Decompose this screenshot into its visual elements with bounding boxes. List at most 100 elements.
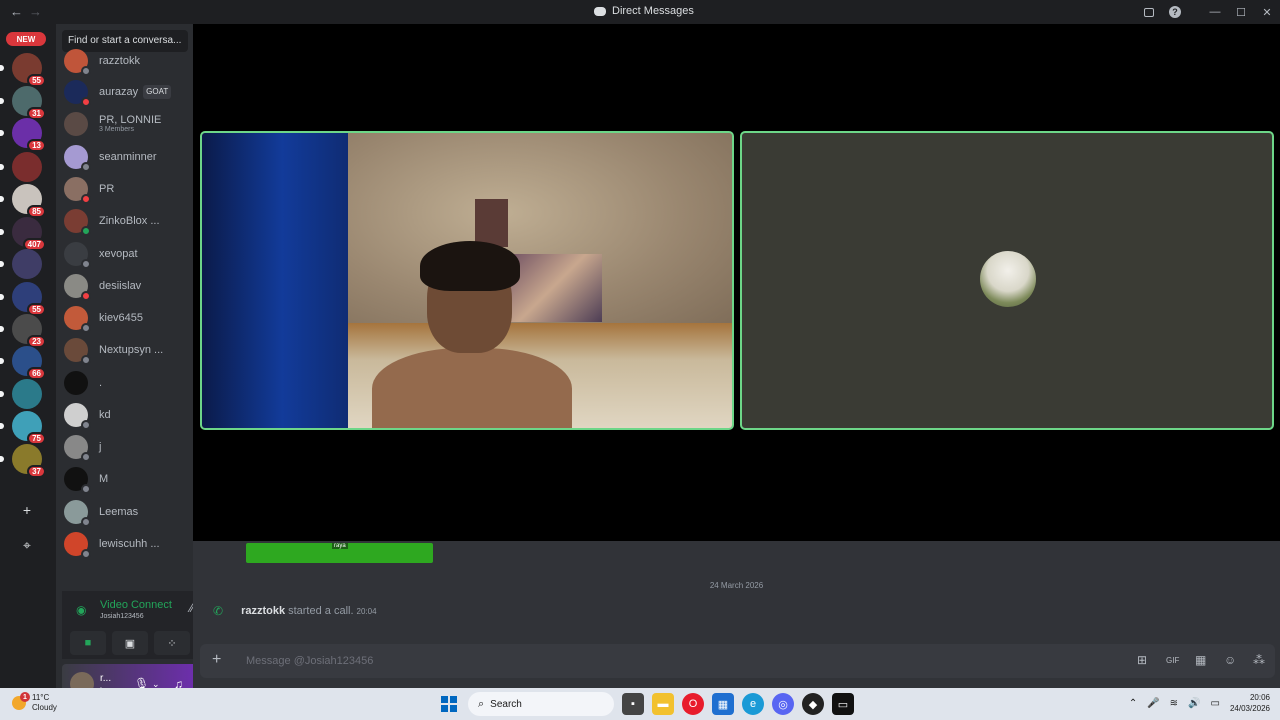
dm-list-item[interactable]: razztokk [62, 46, 188, 76]
dm-name: aurazay GOAT [99, 85, 172, 99]
unread-indicator [0, 456, 4, 462]
server-icon[interactable]: 55 [12, 53, 46, 87]
server-icon[interactable]: 37 [12, 444, 46, 478]
chevron-up-icon[interactable]: ⌃ [1129, 698, 1137, 709]
screen-share-button[interactable]: ▣ [112, 631, 148, 655]
roblox-icon[interactable]: ◆ [802, 693, 824, 715]
discord-icon[interactable]: ◎ [772, 693, 794, 715]
camera-button[interactable]: ■ [70, 631, 106, 655]
avatar [64, 371, 88, 395]
add-attachment-icon[interactable]: + [212, 651, 221, 669]
microphone-icon[interactable]: 🎤 [1147, 698, 1159, 709]
dm-list-item[interactable]: M [62, 464, 188, 494]
gif-label: raya [332, 543, 348, 549]
dm-list-item[interactable]: desiislav [62, 271, 188, 301]
file-explorer-icon[interactable]: ▬ [652, 693, 674, 715]
activities-button[interactable]: ⁘ [154, 631, 190, 655]
voice-channel-name[interactable]: Josiah123456 [100, 613, 144, 620]
minimize-button[interactable]: — [1202, 0, 1228, 24]
unread-indicator [0, 391, 4, 397]
windows-taskbar: 1 11°C Cloudy ⌕ Search ▪ ▬ O ▦ e ◎ ◆ ▭ ⌃… [0, 688, 1280, 720]
unread-indicator [0, 326, 4, 332]
dm-list-item[interactable]: lewiscuhh ... [62, 529, 188, 559]
clock[interactable]: 20:06 24/03/2026 [1230, 692, 1270, 714]
start-button[interactable] [438, 693, 460, 715]
volume-icon[interactable]: 🔊 [1188, 698, 1200, 709]
dm-name: desiislav [99, 280, 141, 292]
dm-list-item[interactable]: Leemas [62, 497, 188, 527]
avatar [64, 80, 91, 107]
dm-list-item[interactable]: ZinkoBlox ... [62, 206, 188, 236]
mention-badge: 85 [27, 205, 46, 218]
dm-list-item[interactable]: . [62, 368, 188, 398]
dm-name: kiev6455 [99, 312, 143, 324]
server-icon[interactable]: 75 [12, 411, 46, 445]
server-icon[interactable] [12, 152, 42, 182]
back-button[interactable]: ← [10, 4, 23, 19]
close-button[interactable]: ✕ [1254, 0, 1280, 24]
terminal-icon[interactable]: ▭ [832, 693, 854, 715]
gif-attachment[interactable]: raya [246, 543, 433, 563]
server-icon[interactable]: 55 [12, 282, 46, 316]
emoji-icon[interactable]: ☺ [1224, 653, 1236, 667]
server-icon[interactable]: 23 [12, 314, 46, 348]
inbox-icon[interactable] [1136, 0, 1162, 24]
dm-list-item[interactable]: kiev6455 [62, 303, 188, 333]
unread-indicator [0, 358, 4, 364]
server-icon[interactable]: 66 [12, 346, 46, 380]
server-icon[interactable]: 85 [12, 184, 46, 218]
gif-icon[interactable]: GIF [1166, 656, 1179, 665]
add-server-icon[interactable]: + [18, 501, 36, 519]
apps-icon[interactable]: ⁂ [1253, 653, 1265, 667]
dm-list-item[interactable]: PR [62, 174, 188, 204]
username[interactable]: r... [100, 673, 111, 684]
forward-button[interactable]: → [29, 4, 42, 19]
dm-list-item[interactable]: Nextupsyn ... [62, 335, 188, 365]
taskbar-search[interactable]: ⌕ Search [468, 692, 614, 716]
discover-icon[interactable]: ⌖ [18, 536, 36, 554]
server-icon[interactable] [12, 249, 42, 279]
gift-icon[interactable]: ⊞ [1137, 653, 1147, 667]
message-input[interactable]: Message @Josiah123456 [246, 655, 373, 667]
status-indicator [81, 355, 91, 365]
clock-date: 24/03/2026 [1229, 704, 1270, 713]
task-view-icon[interactable]: ▪ [622, 693, 644, 715]
dm-name: PR, LONNIE 3 Members [99, 114, 161, 134]
new-badge[interactable]: NEW [6, 32, 46, 46]
weather-widget[interactable]: 1 11°C Cloudy [12, 692, 57, 713]
server-icon[interactable]: 407 [12, 217, 46, 251]
dm-list-item[interactable]: j [62, 432, 188, 462]
avatar [64, 532, 91, 559]
server-icon[interactable]: 31 [12, 86, 46, 120]
dm-list-item[interactable]: seanminner [62, 142, 188, 172]
unread-indicator [0, 196, 4, 202]
mention-badge: 75 [27, 432, 46, 445]
store-icon[interactable]: ▦ [712, 693, 734, 715]
maximize-button[interactable]: ☐ [1228, 0, 1254, 24]
message-author[interactable]: razztokk [241, 605, 285, 617]
help-button[interactable]: ? [1162, 0, 1188, 24]
server-icon[interactable]: 13 [12, 118, 46, 152]
wifi-icon[interactable]: ≋ [1170, 698, 1178, 709]
dm-list-item[interactable]: PR, LONNIE 3 Members [62, 109, 188, 139]
server-icon[interactable] [12, 379, 42, 409]
sticker-icon[interactable]: ▦ [1195, 653, 1206, 667]
camera-person-hair [420, 241, 520, 291]
battery-icon[interactable]: ▭ [1211, 698, 1220, 709]
voice-status-title[interactable]: Video Connect [100, 599, 172, 611]
dm-name: M [99, 473, 108, 485]
dm-name-text: Nextupsyn ... [99, 344, 164, 356]
signal-icon[interactable]: ◉ [76, 603, 86, 617]
opera-icon[interactable]: O [682, 693, 704, 715]
window-title: Direct Messages [594, 5, 694, 17]
dm-list-item[interactable]: aurazay GOAT [62, 77, 188, 107]
edge-icon[interactable]: e [742, 693, 764, 715]
dm-name: PR [99, 183, 114, 195]
video-tile-participant[interactable] [740, 131, 1274, 430]
video-tile-camera[interactable] [200, 131, 734, 430]
avatar [64, 209, 91, 236]
dm-list-item[interactable]: kd [62, 400, 188, 430]
status-indicator [81, 452, 91, 462]
dm-list-item[interactable]: xevopat [62, 239, 188, 269]
dm-name-text: seanminner [99, 151, 157, 163]
